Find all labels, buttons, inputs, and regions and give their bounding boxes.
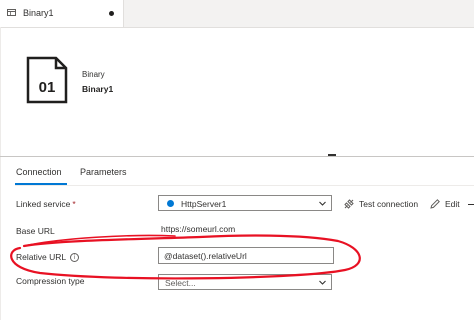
left-border [0, 27, 1, 320]
linked-service-label-text: Linked service [16, 199, 71, 209]
annotation-highlight-ellipse [10, 234, 361, 280]
linked-service-value: HttpServer1 [181, 199, 227, 209]
tab-parameters[interactable]: Parameters [80, 167, 127, 177]
binary-icon-text: 01 [39, 79, 56, 96]
splitter-grip-icon[interactable] [328, 154, 336, 156]
compression-type-label: Compression type [16, 276, 85, 286]
chevron-down-icon [319, 201, 326, 206]
edit-label: Edit [445, 199, 460, 209]
linked-service-select[interactable]: HttpServer1 [158, 195, 332, 211]
tab-connection[interactable]: Connection [16, 167, 62, 177]
relative-url-label-text: Relative URL [16, 252, 67, 262]
base-url-label: Base URL [16, 226, 55, 236]
document-tab-bar: Binary1 [0, 0, 474, 28]
chevron-down-icon [319, 280, 326, 285]
document-tab-binary1[interactable]: Binary1 [0, 0, 124, 27]
tabs-divider [15, 185, 474, 186]
panel-splitter[interactable] [0, 156, 474, 157]
base-url-value: https://someurl.com [161, 224, 236, 234]
relative-url-label: Relative URL i [16, 252, 80, 262]
unsaved-changes-dot [109, 11, 114, 16]
edit-button[interactable]: Edit [429, 199, 460, 209]
compression-type-select[interactable]: Select... [158, 274, 332, 290]
linked-service-label: Linked service * [16, 199, 76, 209]
document-tab-label: Binary1 [23, 8, 54, 18]
dataset-name: Binary1 [82, 84, 114, 94]
info-icon[interactable]: i [70, 253, 80, 262]
dataset-type-label: Binary [82, 70, 105, 79]
relative-url-input[interactable] [164, 251, 329, 261]
new-link-icon[interactable] [468, 204, 474, 205]
compression-type-placeholder: Select... [165, 278, 196, 288]
test-connection-label: Test connection [359, 199, 419, 209]
dataset-table-icon [7, 9, 16, 16]
test-connection-button[interactable]: Test connection [343, 199, 418, 209]
test-connection-icon [344, 199, 354, 209]
binary-file-icon: 01 [26, 56, 68, 104]
required-marker: * [72, 199, 76, 209]
http-server-icon [167, 200, 174, 207]
relative-url-field[interactable] [158, 247, 334, 264]
pencil-icon [430, 199, 440, 209]
